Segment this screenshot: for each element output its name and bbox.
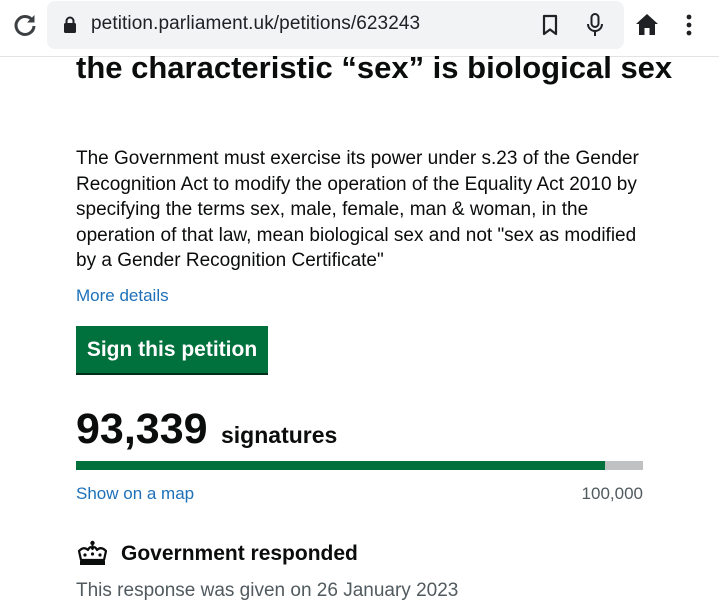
government-responded-heading: Government responded xyxy=(121,542,358,565)
response-date-note: This response was given on 26 January 20… xyxy=(76,580,459,600)
signature-count: 93,339 xyxy=(76,405,208,453)
reload-icon[interactable] xyxy=(10,11,40,41)
show-on-map-link[interactable]: Show on a map xyxy=(76,484,194,504)
sign-petition-button[interactable]: Sign this petition xyxy=(76,326,268,373)
signature-threshold: 100,000 xyxy=(581,484,643,503)
more-details-link[interactable]: More details xyxy=(76,286,169,306)
mic-icon[interactable] xyxy=(584,12,606,38)
browser-toolbar: petition.parliament.uk/petitions/623243 xyxy=(0,0,719,57)
address-bar[interactable]: petition.parliament.uk/petitions/623243 xyxy=(47,1,624,49)
signature-progress-fill xyxy=(76,461,606,470)
lock-icon[interactable] xyxy=(63,16,77,34)
bookmark-icon[interactable] xyxy=(540,14,560,36)
home-icon[interactable] xyxy=(634,12,660,38)
crown-icon xyxy=(77,540,108,565)
more-vert-icon[interactable] xyxy=(677,12,701,38)
signature-progress-bar xyxy=(76,461,643,470)
signature-label: signatures xyxy=(221,422,338,448)
url-text[interactable]: petition.parliament.uk/petitions/623243 xyxy=(91,13,420,35)
petition-description: The Government must exercise its power u… xyxy=(76,148,639,271)
petition-heading: the characteristic “sex” is biological s… xyxy=(76,50,673,85)
